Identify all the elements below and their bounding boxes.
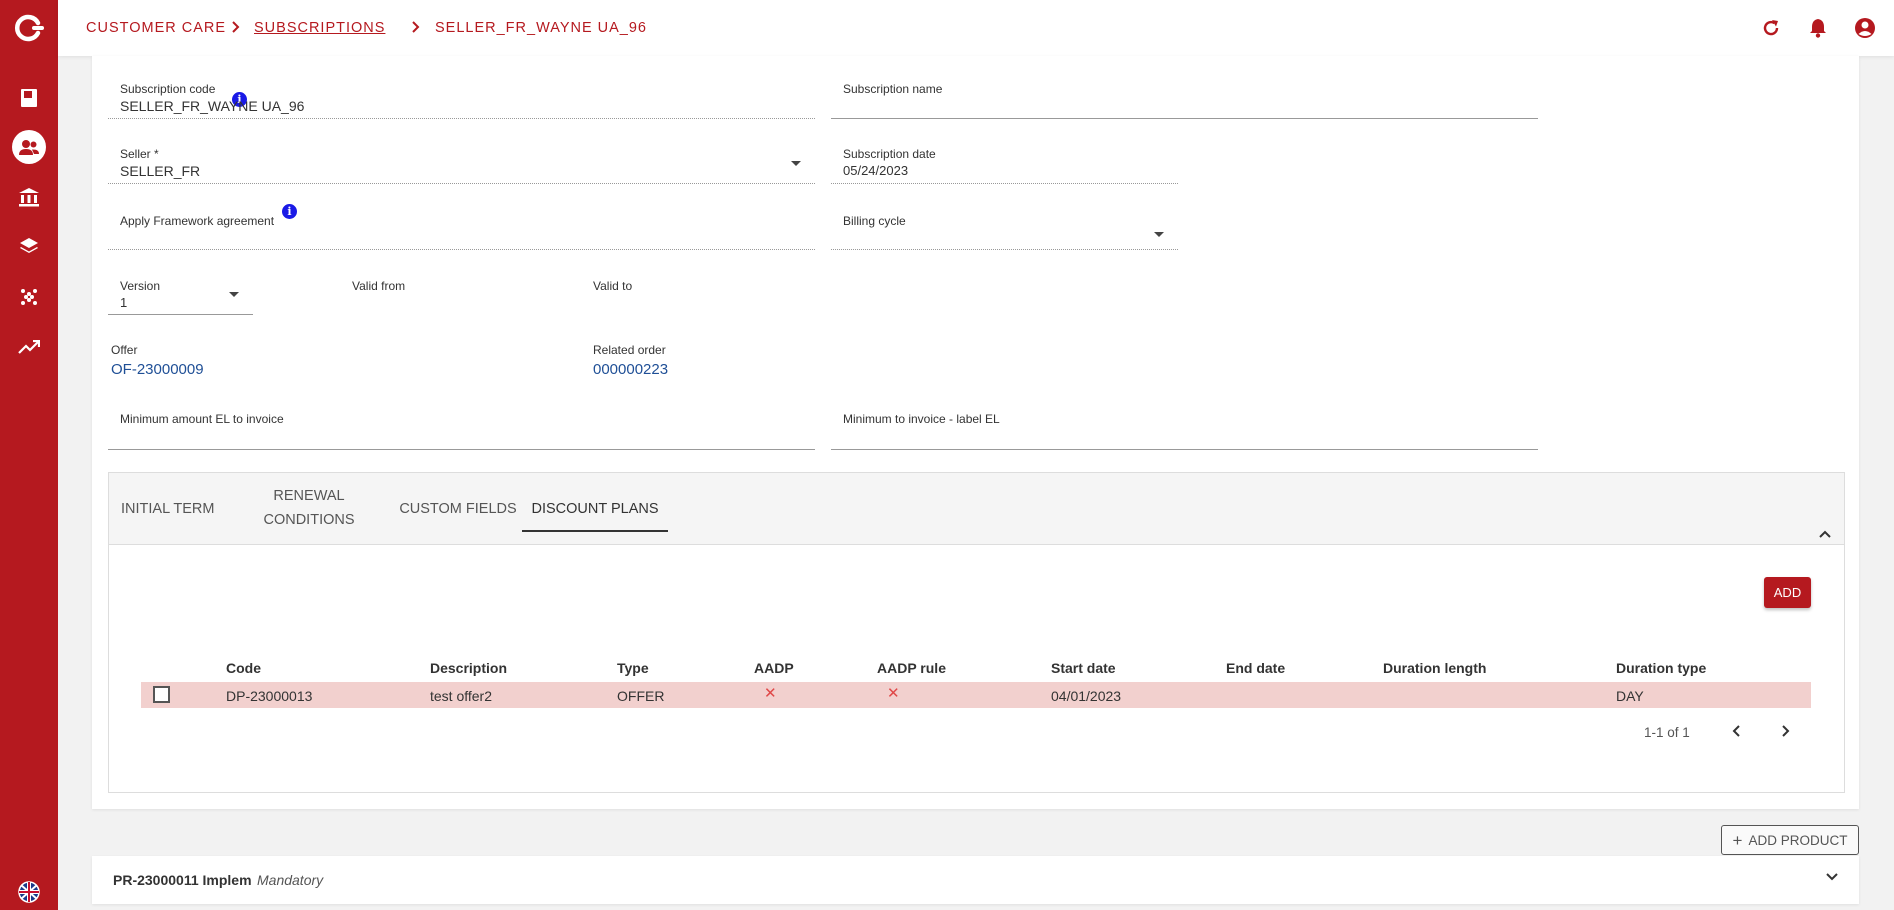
version-select[interactable]: Version 1 [108, 270, 253, 315]
close-icon: ✕ [887, 685, 900, 702]
tab-initial-term[interactable]: INITIAL TERM [121, 497, 241, 521]
breadcrumb-customer-care[interactable]: CUSTOMER CARE [86, 20, 226, 36]
product-tag: Mandatory [257, 872, 324, 888]
billing-cycle-select[interactable]: Billing cycle [831, 204, 1178, 250]
account-icon[interactable] [1853, 16, 1877, 40]
field-value: SELLER_FR_WAYNE UA_96 [120, 98, 305, 114]
chevron-right-icon [412, 21, 420, 33]
subscription-date-field[interactable]: Subscription date 05/24/2023 [831, 139, 1178, 184]
dots-grid-icon[interactable] [0, 277, 58, 317]
add-product-label: ADD PRODUCT [1748, 832, 1848, 848]
row-checkbox[interactable] [153, 686, 170, 703]
column-header-duration-length: Duration length [1383, 660, 1487, 676]
refresh-icon[interactable] [1759, 16, 1783, 40]
bank-icon[interactable] [0, 177, 58, 217]
cell-start-date: 04/01/2023 [1051, 688, 1122, 704]
field-value: 1 [120, 295, 128, 310]
field-label: Billing cycle [843, 214, 906, 228]
table-row[interactable]: DP-23000013 test offer2 OFFER ✕ ✕ 04/01/… [141, 682, 1811, 708]
sidebar [0, 0, 58, 910]
chevron-up-icon[interactable] [1818, 529, 1832, 539]
product-accordion[interactable]: PR-23000011 Implem Mandatory [92, 856, 1859, 904]
cell-type: OFFER [617, 688, 665, 704]
breadcrumb-current: SELLER_FR_WAYNE UA_96 [435, 20, 647, 36]
language-flag-icon[interactable] [0, 872, 58, 910]
chevron-down-icon[interactable] [1825, 872, 1839, 882]
field-value: 05/24/2023 [843, 163, 909, 178]
cell-code: DP-23000013 [226, 688, 313, 704]
column-header-duration-type: Duration type [1616, 660, 1707, 676]
tabs-panel: INITIAL TERM RENEWAL CONDITIONS CUSTOM F… [108, 472, 1845, 793]
book-icon[interactable] [0, 78, 58, 118]
breadcrumb-subscriptions[interactable]: SUBSCRIPTIONS [254, 20, 385, 36]
column-header-end-date: End date [1226, 660, 1286, 676]
offer-link[interactable]: OF-23000009 [111, 361, 204, 378]
column-header-description: Description [430, 660, 508, 676]
chevron-left-icon[interactable] [1727, 721, 1747, 741]
product-code: PR-23000011 Implem [113, 872, 252, 888]
tab-bar: INITIAL TERM RENEWAL CONDITIONS CUSTOM F… [109, 473, 1844, 545]
framework-agreement-field[interactable]: Apply Framework agreement i [108, 204, 815, 250]
close-icon: ✕ [764, 685, 777, 702]
top-header: CUSTOMER CARE SUBSCRIPTIONS SELLER_FR_WA… [58, 0, 1894, 56]
field-label: Minimum amount EL to invoice [120, 412, 284, 426]
trend-icon[interactable] [0, 327, 58, 367]
tab-custom-fields[interactable]: CUSTOM FIELDS [395, 497, 521, 521]
tab-renewal-conditions[interactable]: RENEWAL CONDITIONS [249, 484, 369, 532]
chevron-right-icon [232, 21, 240, 33]
field-label: Minimum to invoice - label EL [843, 412, 1000, 426]
seller-select[interactable]: Seller * SELLER_FR [108, 139, 815, 184]
add-discount-plan-button[interactable]: ADD [1764, 577, 1811, 608]
offer-label: Offer [111, 343, 138, 357]
related-order-link[interactable]: 000000223 [593, 361, 668, 378]
active-tab-indicator [522, 530, 668, 532]
tab-discount-plans[interactable]: DISCOUNT PLANS [522, 497, 668, 521]
column-header-aadp-rule: AADP rule [877, 660, 946, 676]
field-label: Subscription date [843, 147, 936, 161]
cell-duration-type: DAY [1616, 688, 1644, 704]
column-header-code: Code [226, 660, 261, 676]
column-header-aadp: AADP [754, 660, 794, 676]
column-header-start-date: Start date [1051, 660, 1116, 676]
logo-icon[interactable] [0, 8, 58, 48]
min-amount-field[interactable]: Minimum amount EL to invoice [108, 404, 815, 450]
caret-down-icon[interactable] [791, 161, 801, 166]
field-label: Version [120, 279, 161, 293]
field-value: SELLER_FR [120, 163, 201, 179]
related-order-label: Related order [593, 343, 666, 357]
pagination-range: 1-1 of 1 [1644, 725, 1690, 740]
tab-label-line: CONDITIONS [263, 512, 355, 528]
layers-icon[interactable] [0, 227, 58, 267]
subscription-name-field[interactable]: Subscription name [831, 74, 1538, 119]
column-header-type: Type [617, 660, 649, 676]
info-icon[interactable]: i [282, 204, 297, 219]
cell-description: test offer2 [430, 688, 493, 704]
plus-icon: + [1732, 830, 1743, 850]
caret-down-icon[interactable] [1154, 232, 1164, 237]
field-label: Seller * [120, 147, 159, 161]
valid-from-label: Valid from [352, 279, 406, 293]
customers-icon[interactable] [0, 127, 58, 167]
min-label-field[interactable]: Minimum to invoice - label EL [831, 404, 1538, 450]
field-label: Apply Framework agreement [120, 214, 275, 228]
field-label: Subscription code [120, 82, 216, 96]
field-label: Subscription name [843, 82, 943, 96]
add-product-button[interactable]: + ADD PRODUCT [1721, 825, 1859, 855]
caret-down-icon[interactable] [229, 292, 239, 297]
subscription-code-field[interactable]: Subscription code i SELLER_FR_WAYNE UA_9… [108, 74, 815, 119]
bell-icon[interactable] [1806, 16, 1830, 40]
chevron-right-icon[interactable] [1775, 721, 1795, 741]
valid-to-label: Valid to [593, 279, 633, 293]
tab-label-line: RENEWAL [273, 488, 345, 504]
